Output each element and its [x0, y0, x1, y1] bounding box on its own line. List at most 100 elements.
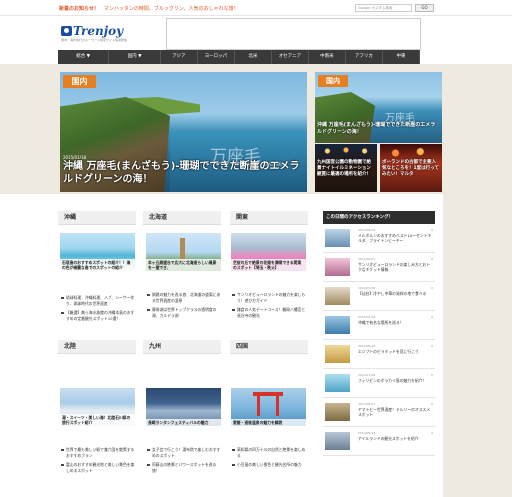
- ranking-item-title[interactable]: アイルランドの観光スポットを紹介: [358, 436, 433, 441]
- ad-banner-slot: [166, 18, 421, 50]
- ranking-item-title[interactable]: エジプトのピラミッドを見に行こう: [358, 349, 433, 354]
- card-caption[interactable]: 羊ヶ丘展望台で広大に北海道らしい風景を一望でき、: [146, 259, 221, 271]
- section-header-hokkaido[interactable]: 北海道: [143, 211, 221, 225]
- hero-small-article-2[interactable]: ボーランドの古都で主要人気なところを！1度は行ってみたい！マルタ: [380, 144, 442, 192]
- card-caption[interactable]: 湯・スイーツ・美しい海！北陸石川県の旅行スポット紹介: [60, 414, 135, 426]
- list-item[interactable]: 摩周湖は世界トップクラスの透明度の湖、カルデラ湖: [147, 307, 222, 318]
- ranking-item-title[interactable]: 沖縄で有名な場所を巡る！: [358, 320, 433, 325]
- nav-item-africa[interactable]: アフリカ: [346, 50, 383, 64]
- nav-item-north-america[interactable]: 北米: [235, 50, 272, 64]
- ranking-item-title[interactable]: サンリオピューロランドの楽しみ方とおトクなチケット情報: [358, 262, 433, 272]
- card-image-shikoku[interactable]: 愛媛・道後温泉の魅力を解説: [231, 388, 306, 426]
- notice-text[interactable]: 新着のお知らせ！ マンハッタンの時間、ブルックリン、人気のおしゃれな旅！: [59, 5, 239, 12]
- nav-item-domestic[interactable]: 国内 ▼: [109, 50, 161, 64]
- ranking-item-title[interactable]: 【仙台】冷やし中華の発祥の地で食べる: [358, 291, 433, 296]
- ranking-item[interactable]: 2014/06/16 0 エジプトのピラミッドを見に行こう: [323, 340, 435, 369]
- list-item[interactable]: 小豆島の美しい景色と観光名所の魅力: [232, 462, 307, 468]
- ranking-item[interactable]: 2014/09/01 0 サンリオピューロランドの楽しみ方とおトクなチケット情報: [323, 253, 435, 282]
- section-header-kyushu[interactable]: 九州: [143, 340, 221, 354]
- hero-small-article-1[interactable]: 九州国営公園の動物園で絶景ナイトイルミネーション観賞に最適の場所を紹介！: [315, 144, 377, 192]
- article-list-shikoku: 高知県の四万十川の自然と絶景を楽しめる 小豆島の美しい景色と観光名所の魅力: [232, 447, 307, 472]
- ranking-count: 0: [431, 286, 433, 290]
- ranking-item[interactable]: 2014/09/16 0 メルボルンのおすすめベスト10～セントキルダ、ブライト…: [323, 224, 435, 253]
- search-go-button[interactable]: GO: [415, 4, 434, 12]
- small-article-title[interactable]: 九州国営公園の動物園で絶景ナイトイルミネーション観賞に最適の場所を紹介！: [317, 160, 375, 178]
- list-item[interactable]: 鎌倉の人気デートコース！鶴岡八幡宮と長谷寺の観光: [232, 307, 307, 318]
- card-caption[interactable]: 芝桜の丘で絶景の花畑を満喫できる関東のスポット【埼玉・秩父】: [231, 259, 306, 271]
- ranking-count: 0: [431, 228, 433, 232]
- list-item[interactable]: 世界で最も美しい駅で兼六園を散策するおすすめプラン: [61, 447, 136, 458]
- card-image-okinawa[interactable]: 石垣島のおすすめスポットの紹介！！海の色が綺麗な島でのスポットの紹介: [60, 233, 135, 271]
- card-caption[interactable]: 石垣島のおすすめスポットの紹介！！海の色が綺麗な島でのスポットの紹介: [60, 259, 135, 271]
- ranking-thumb[interactable]: [325, 229, 350, 247]
- ranking-date: 2014/09/13: [358, 431, 376, 435]
- ranking-item[interactable]: 2014/11/08 0 フィリピンのボラカイ島の魅力を紹介！: [323, 369, 435, 398]
- ranking-item[interactable]: 2014/05/27 0 ヤマトビー世界遺産！テルリーのオススメスポット: [323, 398, 435, 427]
- ranking-item-title[interactable]: メルボルンのおすすめベスト10～セントキルダ、ブライトンビーチ～: [358, 233, 433, 243]
- torii-pillar-right: [276, 396, 279, 416]
- ranking-date: 2014/07/26: [358, 286, 376, 290]
- hero-title[interactable]: 沖縄 万座毛(まんざもう)-珊瑚でできた断崖のエメラルドグリーンの海！: [63, 160, 305, 186]
- hero-main-article[interactable]: 万座毛 CAPE MANZA・MANZAMOU 国内 2015/01/18 沖縄…: [60, 72, 307, 192]
- small-article-title[interactable]: ボーランドの古都で主要人気なところを！1度は行ってみたい！マルタ: [382, 160, 440, 178]
- list-item[interactable]: 【厳選】美ら海水族館の沖縄本島のおすすめの定番観光スポット10選！: [61, 310, 136, 321]
- card-image-hokuriku[interactable]: 湯・スイーツ・美しい海！北陸石川県の旅行スポット紹介: [60, 388, 135, 426]
- nav-item-oceania[interactable]: オセアニア: [272, 50, 309, 64]
- card-caption[interactable]: 愛媛・道後温泉の魅力を解説: [231, 419, 306, 426]
- ranking-date: 2014/06/16: [358, 344, 376, 348]
- site-logo[interactable]: Trenjoy 国内・海外旅行のキーワード検索サイト情報発信: [61, 24, 131, 46]
- article-list-kanto: サンリオピューロランドの魅力を楽しもう！遊び方ガイド 鎌倉の人気デートコース！鶴…: [232, 292, 307, 322]
- ranking-item[interactable]: 2014/09/13 0 アイルランドの観光スポットを紹介: [323, 427, 435, 456]
- section-header-kanto[interactable]: 関東: [230, 211, 308, 225]
- card-image-kanto[interactable]: 芝桜の丘で絶景の花畑を満喫できる関東のスポット【埼玉・秩父】: [231, 233, 306, 271]
- ranking-thumb[interactable]: [325, 432, 350, 450]
- list-item[interactable]: 阿蘇山の絶景とパワースポットを巡る旅！: [147, 462, 222, 473]
- card-image-kyushu[interactable]: 長崎ランタンフェスティバルの魅力: [146, 388, 221, 426]
- nav-item-all[interactable]: 総合 ▼: [58, 50, 110, 64]
- section-header-hokuriku[interactable]: 北陸: [58, 340, 136, 354]
- side-title[interactable]: 沖縄 万座毛(まんざもう)-珊瑚でできた断崖のエメラルドグリーンの海！: [317, 122, 439, 136]
- ranking-thumb[interactable]: [325, 287, 350, 305]
- ranking-item[interactable]: 2015/01/18 0 沖縄で有名な場所を巡る！: [323, 311, 435, 340]
- ranking-item[interactable]: 2014/07/26 0 【仙台】冷やし中華の発祥の地で食べる: [323, 282, 435, 311]
- list-item[interactable]: 琉球料理、沖縄料理、ハブ、シーサー作り、琉球時代の世界遺産: [61, 295, 136, 306]
- nav-item-europe[interactable]: ヨーロッパ: [198, 50, 235, 64]
- torii-pillar-left: [257, 396, 260, 416]
- night-lights-image: [315, 146, 377, 156]
- article-list-kyushu: 女子会で行こう！湯布院で楽しむおすすめのスポット 阿蘇山の絶景とパワースポットを…: [147, 447, 222, 477]
- logo-icon: [61, 26, 72, 36]
- ranking-count: 0: [431, 402, 433, 406]
- card-image-hokkaido[interactable]: 羊ヶ丘展望台で広大に北海道らしい風景を一望でき、: [146, 233, 221, 271]
- list-item[interactable]: 女子会で行こう！湯布院で楽しむおすすめのスポット: [147, 447, 222, 458]
- side-category-tag: 国内: [318, 75, 348, 87]
- card-caption[interactable]: 長崎ランタンフェスティバルの魅力: [146, 419, 221, 426]
- ranking-thumb[interactable]: [325, 258, 350, 276]
- search-input[interactable]: Google カスタム検索: [355, 4, 412, 12]
- logo-tagline: 国内・海外旅行のキーワード検索サイト情報発信: [61, 38, 128, 42]
- list-item[interactable]: 富山のおすすめ観光地と美しい景色を楽しめるスポット: [61, 462, 136, 473]
- hero-side-article[interactable]: 万座毛 国内 沖縄 万座毛(まんざもう)-珊瑚でできた断崖のエメラルドグリーンの…: [315, 72, 442, 143]
- logo-text: Trenjoy: [73, 24, 124, 38]
- article-list-hokuriku: 世界で最も美しい駅で兼六園を散策するおすすめプラン 富山のおすすめ観光地と美しい…: [61, 447, 136, 477]
- ranking-count: 0: [431, 431, 433, 435]
- ranking-item-title[interactable]: ヤマトビー世界遺産！テルリーのオススメスポット: [358, 407, 433, 417]
- list-item[interactable]: 高知県の四万十川の自然と絶景を楽しめる: [232, 447, 307, 458]
- nav-item-asia[interactable]: アジア: [161, 50, 198, 64]
- ranking-thumb[interactable]: [325, 316, 350, 334]
- list-item[interactable]: サンリオピューロランドの魅力を楽しもう！遊び方ガイド: [232, 292, 307, 303]
- ranking-thumb[interactable]: [325, 374, 350, 392]
- ranking-title: この日間のアクセスランキング！: [323, 211, 435, 224]
- list-item[interactable]: 釧路の魅力を巡る旅、北海道の道東にある世界遺産の湿原: [147, 292, 222, 303]
- ranking-thumb[interactable]: [325, 345, 350, 363]
- section-header-shikoku[interactable]: 四国: [230, 340, 308, 354]
- ranking-item-title[interactable]: フィリピンのボラカイ島の魅力を紹介！: [358, 378, 433, 383]
- ranking-date: 2015/01/18: [358, 315, 376, 319]
- nav-item-middle-east[interactable]: 中東: [383, 50, 420, 64]
- page-background-right: [443, 64, 512, 497]
- section-header-okinawa[interactable]: 沖縄: [58, 211, 136, 225]
- article-list-okinawa: 琉球料理、沖縄料理、ハブ、シーサー作り、琉球時代の世界遺産 【厳選】美ら海水族館…: [61, 295, 136, 325]
- nav-item-latin-america[interactable]: 中南米: [309, 50, 346, 64]
- ranking-thumb[interactable]: [325, 403, 350, 421]
- ranking-date: 2014/11/08: [358, 373, 376, 377]
- ranking-count: 0: [431, 373, 433, 377]
